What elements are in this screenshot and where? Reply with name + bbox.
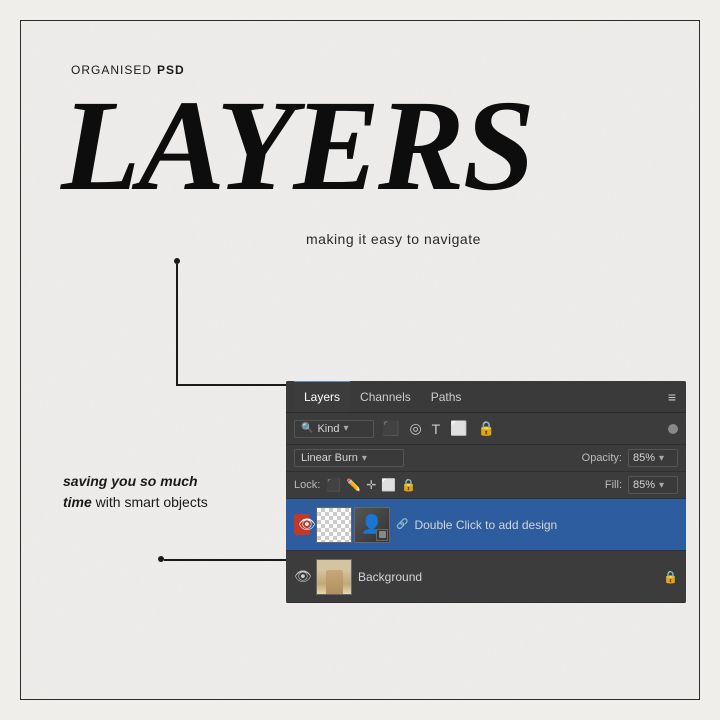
bracket-horizontal-line bbox=[176, 384, 286, 386]
fill-label: Fill: bbox=[605, 479, 622, 491]
layer-row-design[interactable]: 👁 👤 🔗 Double Click to add design bbox=[286, 499, 686, 551]
lock-row: Lock: ⬛ ✏️ ✛ ⬜ 🔒 Fill: 85% ▾ bbox=[286, 472, 686, 499]
content-area: ORGANISED PSD LAYERS making it easy to n… bbox=[21, 21, 699, 699]
tab-channels[interactable]: Channels bbox=[350, 381, 421, 412]
layer-chain-icon: 🔗 bbox=[396, 519, 408, 530]
opacity-label: Opacity: bbox=[582, 452, 622, 464]
adjustment-filter-icon[interactable]: ◎ bbox=[407, 418, 423, 439]
lock-artboard-icon[interactable]: ⬜ bbox=[381, 478, 396, 492]
tab-paths[interactable]: Paths bbox=[421, 381, 472, 412]
kind-chevron-icon: ▾ bbox=[343, 423, 348, 434]
kind-dropdown[interactable]: 🔍 Kind ▾ bbox=[294, 420, 374, 438]
blend-mode-dropdown[interactable]: Linear Burn ▾ bbox=[294, 449, 404, 467]
main-title: LAYERS bbox=[61, 81, 533, 211]
layer-row-background[interactable]: 👁 Background 🔒 bbox=[286, 551, 686, 603]
filter-circle-icon bbox=[668, 424, 678, 434]
lock-draw-icon[interactable]: ✏️ bbox=[346, 478, 361, 492]
saving-text-normal: with smart objects bbox=[92, 494, 208, 510]
eye-icon-design[interactable]: 👁 bbox=[294, 514, 310, 535]
pixel-filter-icon[interactable]: ⬛ bbox=[380, 418, 401, 439]
kind-filter-row: 🔍 Kind ▾ ⬛ ◎ T ⬜ 🔒 bbox=[286, 413, 686, 445]
layer-thumb-design: 👤 bbox=[316, 507, 390, 543]
smart-object-badge bbox=[376, 529, 388, 541]
background-lock-icon: 🔒 bbox=[663, 570, 678, 584]
saving-line bbox=[164, 559, 291, 561]
type-filter-icon[interactable]: T bbox=[430, 419, 443, 439]
subtitle: making it easy to navigate bbox=[306, 231, 481, 247]
panel-menu-icon[interactable]: ≡ bbox=[666, 387, 678, 407]
lock-pixel-icon[interactable]: ⬛ bbox=[326, 478, 341, 492]
fill-chevron-icon: ▾ bbox=[659, 480, 664, 491]
layer-thumb-checker bbox=[316, 507, 352, 543]
blend-chevron-icon: ▾ bbox=[362, 453, 367, 464]
layer-name-design: Double Click to add design bbox=[414, 518, 678, 532]
blend-mode-row: Linear Burn ▾ Opacity: 85% ▾ bbox=[286, 445, 686, 472]
layer-thumb-background bbox=[316, 559, 352, 595]
opacity-value-field[interactable]: 85% ▾ bbox=[628, 449, 678, 467]
lock-all-icon[interactable]: 🔒 bbox=[401, 478, 416, 492]
smartobj-filter-icon[interactable]: 🔒 bbox=[476, 418, 497, 439]
layer-thumb-content: 👤 bbox=[354, 507, 390, 543]
fill-value-field[interactable]: 85% ▾ bbox=[628, 476, 678, 494]
lock-move-icon[interactable]: ✛ bbox=[366, 478, 376, 492]
eye-icon-background[interactable]: 👁 bbox=[294, 568, 310, 585]
lock-label: Lock: bbox=[294, 479, 320, 491]
panel-tabs: Layers Channels Paths ≡ bbox=[286, 381, 686, 413]
bracket-vertical-line bbox=[176, 264, 178, 384]
bracket-decoration bbox=[176, 261, 286, 386]
main-frame: ORGANISED PSD LAYERS making it easy to n… bbox=[20, 20, 700, 700]
photoshop-layers-panel: Layers Channels Paths ≡ 🔍 Kind ▾ ⬛ ◎ bbox=[286, 381, 686, 603]
tab-layers[interactable]: Layers bbox=[294, 381, 350, 412]
person-silhouette bbox=[326, 570, 343, 594]
saving-text-block: saving you so much time with smart objec… bbox=[63, 471, 223, 513]
lock-icons-group: ⬛ ✏️ ✛ ⬜ 🔒 bbox=[326, 478, 416, 492]
opacity-chevron-icon: ▾ bbox=[659, 453, 664, 464]
layer-name-background: Background bbox=[358, 570, 657, 584]
checker-pattern bbox=[317, 508, 351, 542]
background-thumb bbox=[316, 559, 352, 595]
search-icon: 🔍 bbox=[301, 423, 313, 434]
background-thumbnail-image bbox=[317, 560, 351, 594]
shape-filter-icon[interactable]: ⬜ bbox=[448, 418, 469, 439]
